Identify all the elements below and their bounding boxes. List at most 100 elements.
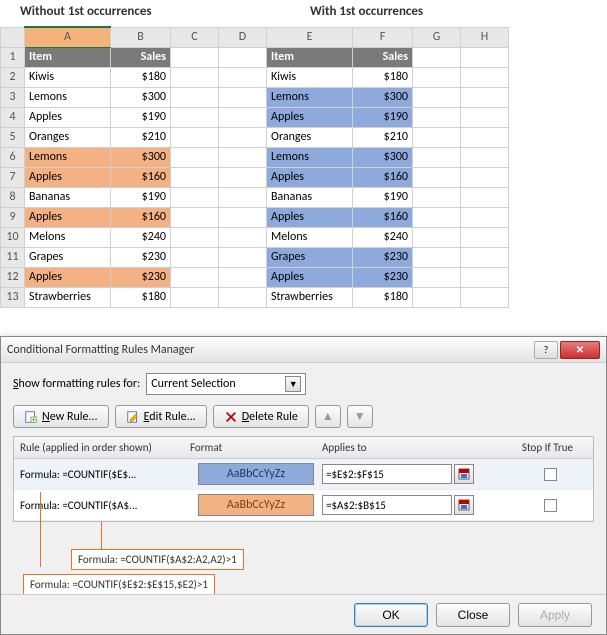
cell[interactable]	[461, 187, 509, 207]
cell[interactable]	[171, 87, 219, 107]
cell[interactable]: $160	[353, 207, 413, 227]
cell[interactable]: Melons	[25, 227, 111, 247]
row-header[interactable]: 1	[1, 47, 25, 67]
cell[interactable]: $190	[111, 107, 171, 127]
cell[interactable]	[219, 127, 267, 147]
delete-rule-button[interactable]: Delete Rule	[213, 405, 309, 428]
cell[interactable]: $300	[111, 147, 171, 167]
row-header[interactable]: 5	[1, 127, 25, 147]
cell[interactable]: Lemons	[267, 147, 353, 167]
cell[interactable]	[171, 47, 219, 67]
window-close-button[interactable]: ✕	[560, 341, 600, 359]
cell[interactable]	[413, 267, 461, 287]
cell[interactable]	[461, 147, 509, 167]
cell[interactable]	[461, 127, 509, 147]
cell[interactable]	[461, 247, 509, 267]
cell[interactable]	[219, 107, 267, 127]
cell[interactable]	[461, 167, 509, 187]
cell[interactable]	[413, 227, 461, 247]
cell[interactable]	[219, 227, 267, 247]
row-header[interactable]: 8	[1, 187, 25, 207]
cell[interactable]: $300	[353, 147, 413, 167]
column-header[interactable]: H	[461, 27, 509, 47]
scope-combobox[interactable]: Current Selection ▼	[146, 373, 306, 395]
cell[interactable]	[413, 107, 461, 127]
column-header[interactable]: B	[111, 27, 171, 47]
cell[interactable]	[461, 267, 509, 287]
cell[interactable]	[461, 67, 509, 87]
cell[interactable]: Strawberries	[25, 287, 111, 307]
cell[interactable]	[171, 267, 219, 287]
cell[interactable]	[171, 167, 219, 187]
cell[interactable]: $190	[353, 107, 413, 127]
worksheet-grid[interactable]: ABCDEFGH1 Item Sales Item Sales 2 Kiwis …	[0, 26, 509, 308]
move-up-button[interactable]: ▲	[315, 405, 341, 428]
row-header[interactable]: 12	[1, 267, 25, 287]
row-header[interactable]: 9	[1, 207, 25, 227]
cell[interactable]: $300	[111, 87, 171, 107]
cell[interactable]: Apples	[25, 267, 111, 287]
cell[interactable]: $240	[111, 227, 171, 247]
cell[interactable]: $230	[111, 247, 171, 267]
cell[interactable]	[413, 87, 461, 107]
cell[interactable]	[461, 287, 509, 307]
cell[interactable]	[219, 207, 267, 227]
cell[interactable]: Lemons	[25, 147, 111, 167]
cell[interactable]	[461, 47, 509, 67]
table-header[interactable]: Item	[267, 47, 353, 67]
cell[interactable]	[171, 227, 219, 247]
cell[interactable]	[413, 247, 461, 267]
cell[interactable]: Strawberries	[267, 287, 353, 307]
cell[interactable]	[413, 167, 461, 187]
cell[interactable]: $210	[111, 127, 171, 147]
cell[interactable]	[219, 147, 267, 167]
cell[interactable]: Oranges	[267, 127, 353, 147]
cell[interactable]	[171, 247, 219, 267]
cell[interactable]	[219, 67, 267, 87]
cell[interactable]	[413, 147, 461, 167]
column-header[interactable]: D	[219, 27, 267, 47]
cell[interactable]: Apples	[267, 267, 353, 287]
table-header[interactable]: Sales	[111, 47, 171, 67]
column-header[interactable]: E	[267, 27, 353, 47]
cell[interactable]	[219, 267, 267, 287]
cell[interactable]	[461, 87, 509, 107]
cell[interactable]	[413, 67, 461, 87]
cell[interactable]: $190	[111, 187, 171, 207]
cell[interactable]	[219, 187, 267, 207]
row-header[interactable]: 13	[1, 287, 25, 307]
cell[interactable]: Apples	[267, 167, 353, 187]
cell[interactable]	[171, 187, 219, 207]
cell[interactable]: $160	[111, 207, 171, 227]
cell[interactable]: $160	[111, 167, 171, 187]
cell[interactable]: Apples	[25, 107, 111, 127]
range-selector-button[interactable]	[454, 495, 474, 515]
applies-to-input[interactable]: =$E$2:$F$15	[322, 464, 452, 484]
edit-rule-button[interactable]: Edit Rule...	[115, 405, 207, 428]
cell[interactable]: Apples	[25, 207, 111, 227]
cell[interactable]: Apples	[267, 207, 353, 227]
column-header[interactable]: G	[413, 27, 461, 47]
table-header[interactable]: Sales	[353, 47, 413, 67]
cell[interactable]	[171, 127, 219, 147]
cell[interactable]: $240	[353, 227, 413, 247]
row-header[interactable]: 11	[1, 247, 25, 267]
table-header[interactable]: Item	[25, 47, 111, 67]
ok-button[interactable]: OK	[354, 603, 428, 627]
cell[interactable]	[413, 287, 461, 307]
cell[interactable]	[171, 67, 219, 87]
cell[interactable]: Melons	[267, 227, 353, 247]
cell[interactable]	[413, 47, 461, 67]
cell[interactable]: $180	[353, 287, 413, 307]
stop-if-true-checkbox[interactable]	[544, 499, 557, 512]
applies-to-input[interactable]: =$A$2:$B$15	[322, 495, 452, 515]
row-header[interactable]: 6	[1, 147, 25, 167]
close-button[interactable]: Close	[436, 603, 510, 627]
row-header[interactable]: 7	[1, 167, 25, 187]
cell[interactable]	[171, 207, 219, 227]
apply-button[interactable]: Apply	[518, 603, 592, 627]
range-selector-button[interactable]	[454, 464, 474, 484]
cell[interactable]	[219, 247, 267, 267]
cell[interactable]: $180	[111, 67, 171, 87]
cell[interactable]	[413, 207, 461, 227]
